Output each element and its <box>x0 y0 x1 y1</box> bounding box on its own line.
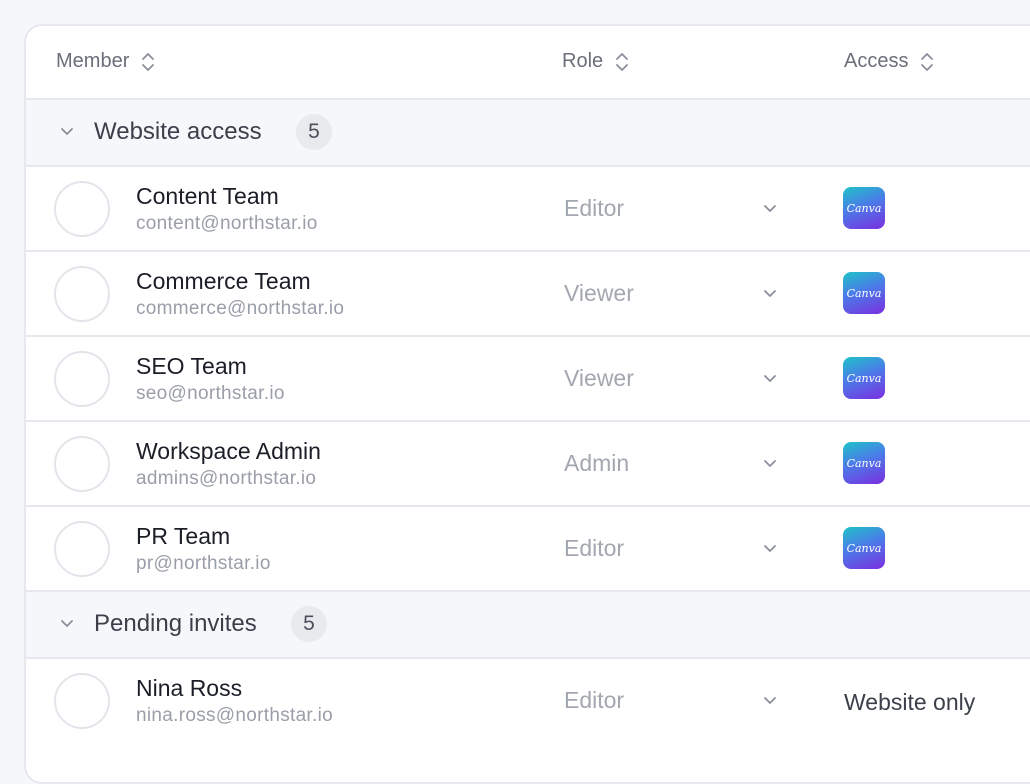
column-header-role[interactable]: Role <box>562 50 629 73</box>
canva-app-icon: Canva <box>843 442 885 484</box>
member-row[interactable]: Workspace Admin admins@northstar.io Admi… <box>26 422 1030 507</box>
group-header-website-access[interactable]: Website access 5 <box>26 100 1030 167</box>
canva-app-icon: Canva <box>843 187 885 229</box>
member-row[interactable]: Commerce Team commerce@northstar.io View… <box>26 252 1030 337</box>
avatar <box>54 351 110 407</box>
group-count-badge: 5 <box>291 606 327 642</box>
chevron-down-icon[interactable] <box>763 204 777 214</box>
chevron-down-icon[interactable] <box>763 374 777 384</box>
access-text: Website only <box>844 689 976 715</box>
sort-icon <box>616 52 629 71</box>
member-email: commerce@northstar.io <box>136 298 345 319</box>
member-email: nina.ross@northstar.io <box>136 705 333 726</box>
avatar <box>54 181 110 237</box>
app-icon-label: Canva <box>846 541 882 555</box>
group-title: Website access <box>94 118 262 145</box>
members-table-card: Member Role Access Website access 5 Cont… <box>24 24 1030 784</box>
column-header-access[interactable]: Access <box>844 50 934 73</box>
member-email: seo@northstar.io <box>136 383 285 404</box>
chevron-down-icon[interactable] <box>763 696 777 706</box>
canva-app-icon: Canva <box>843 357 885 399</box>
role-select-value[interactable]: Viewer <box>564 365 634 392</box>
member-row[interactable]: PR Team pr@northstar.io Editor Canva <box>26 507 1030 592</box>
member-row[interactable]: Content Team content@northstar.io Editor… <box>26 167 1030 252</box>
column-header-label: Member <box>56 50 130 72</box>
column-header-label: Role <box>562 50 604 72</box>
app-icon-label: Canva <box>846 371 882 385</box>
avatar <box>54 521 110 577</box>
role-select-value[interactable]: Editor <box>564 195 624 222</box>
column-header-label: Access <box>844 50 909 72</box>
chevron-down-icon[interactable] <box>763 289 777 299</box>
table-header: Member Role Access <box>26 26 1030 100</box>
group-header-pending-invites[interactable]: Pending invites 5 <box>26 592 1030 659</box>
chevron-down-icon[interactable] <box>763 459 777 469</box>
member-name: Commerce Team <box>136 268 311 294</box>
app-icon-label: Canva <box>846 201 882 215</box>
member-email: content@northstar.io <box>136 213 318 234</box>
avatar <box>54 266 110 322</box>
column-header-member[interactable]: Member <box>56 50 155 73</box>
member-email: admins@northstar.io <box>136 468 317 489</box>
member-name: Nina Ross <box>136 675 243 701</box>
role-select-value[interactable]: Editor <box>564 535 624 562</box>
member-name: PR Team <box>136 523 231 549</box>
member-name: Workspace Admin <box>136 438 321 464</box>
role-select-value[interactable]: Admin <box>564 450 629 477</box>
member-name: Content Team <box>136 183 279 209</box>
member-email: pr@northstar.io <box>136 553 271 574</box>
app-icon-label: Canva <box>846 456 882 470</box>
chevron-down-icon[interactable] <box>60 127 74 137</box>
sort-icon <box>142 52 155 71</box>
chevron-down-icon[interactable] <box>763 544 777 554</box>
role-select-value[interactable]: Viewer <box>564 280 634 307</box>
member-row[interactable]: SEO Team seo@northstar.io Viewer Canva <box>26 337 1030 422</box>
group-title: Pending invites <box>94 610 257 637</box>
group-count-badge: 5 <box>296 114 332 150</box>
avatar <box>54 673 110 729</box>
role-select-value[interactable]: Editor <box>564 687 624 714</box>
member-row[interactable]: Nina Ross nina.ross@northstar.io Editor … <box>26 659 1030 744</box>
member-name: SEO Team <box>136 353 247 379</box>
app-icon-label: Canva <box>846 286 882 300</box>
canva-app-icon: Canva <box>843 272 885 314</box>
sort-icon <box>921 52 934 71</box>
avatar <box>54 436 110 492</box>
chevron-down-icon[interactable] <box>60 619 74 629</box>
canva-app-icon: Canva <box>843 527 885 569</box>
